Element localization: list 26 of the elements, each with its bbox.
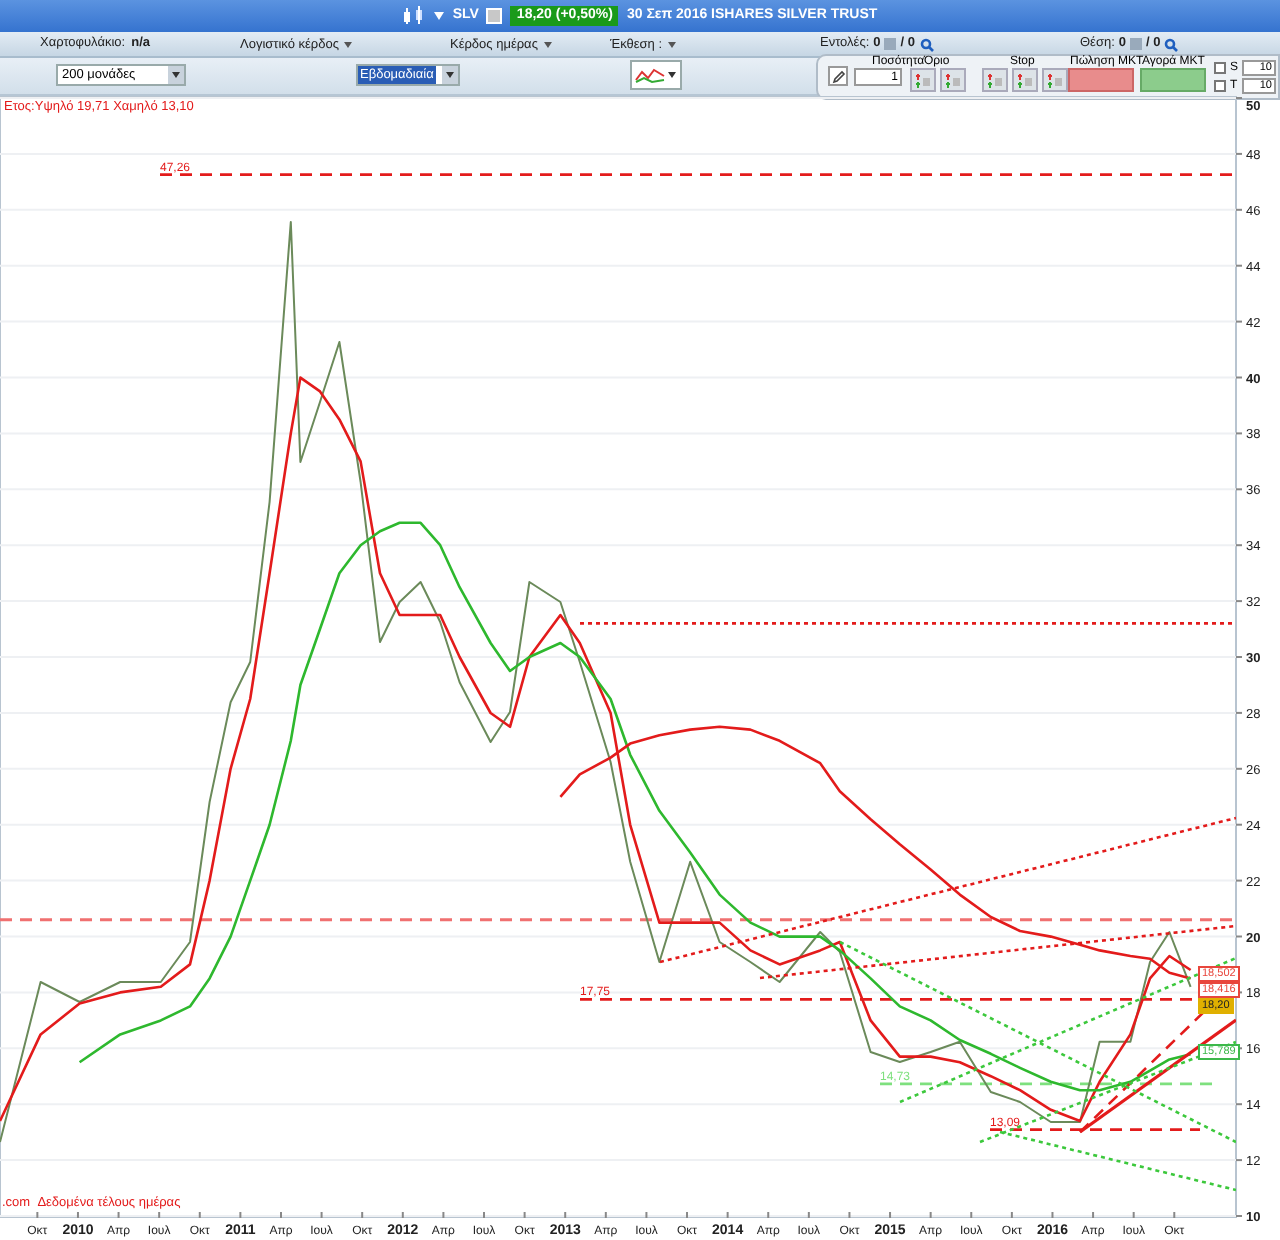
- order-icon: [914, 71, 932, 89]
- order-type-button[interactable]: [1012, 68, 1038, 92]
- pen-icon: [831, 69, 845, 83]
- search-icon[interactable]: [1164, 37, 1179, 51]
- order-type-button[interactable]: [1042, 68, 1068, 92]
- candlestick-icon[interactable]: [402, 6, 427, 26]
- option-checkbox[interactable]: [1214, 80, 1226, 92]
- order-icon: [986, 71, 1004, 89]
- order-icon: [1046, 71, 1064, 89]
- option-checkbox[interactable]: [1214, 62, 1226, 74]
- chart-type-button[interactable]: [630, 60, 682, 90]
- chart-icon: [634, 64, 666, 86]
- caret-icon: [344, 42, 353, 49]
- caret-icon: [543, 42, 552, 49]
- search-icon[interactable]: [919, 37, 933, 51]
- caret-icon: [668, 42, 677, 49]
- order-type-button[interactable]: [940, 68, 966, 92]
- caret-icon[interactable]: [434, 12, 445, 20]
- caret-icon[interactable]: [168, 66, 184, 84]
- pen-button[interactable]: [828, 66, 848, 86]
- order-icon: [1016, 71, 1034, 89]
- order-type-button[interactable]: [910, 68, 936, 92]
- order-type-button[interactable]: [982, 68, 1008, 92]
- order-icon: [944, 71, 962, 89]
- caret-icon: [668, 72, 676, 78]
- caret-icon[interactable]: [442, 66, 458, 84]
